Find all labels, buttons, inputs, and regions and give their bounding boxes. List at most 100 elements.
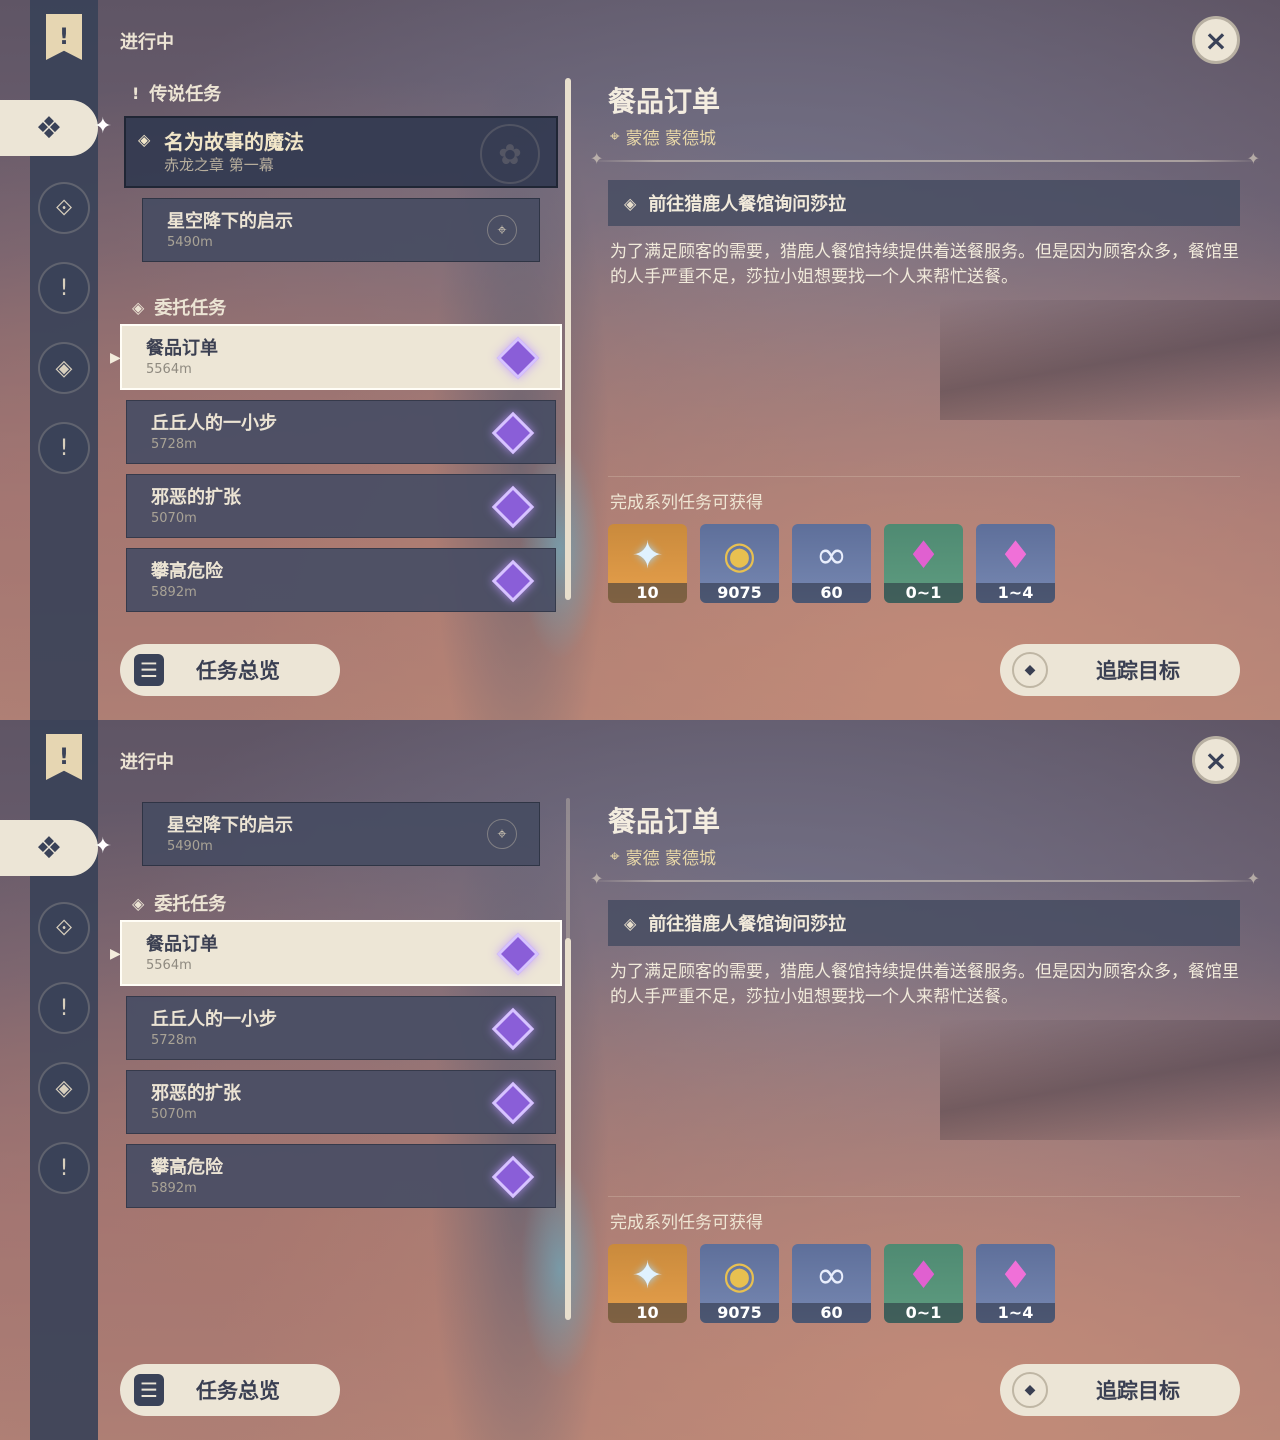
- quest-title: 邪恶的扩张: [151, 1083, 241, 1104]
- commission-category-icon: ❖: [35, 110, 63, 146]
- mora-icon: ◉: [722, 533, 757, 577]
- quest-item[interactable]: 丘丘人的一小步 5728m: [126, 400, 556, 464]
- category-tab-world[interactable]: ⟐: [38, 902, 90, 954]
- dragon-emblem-icon: ✿: [480, 124, 540, 184]
- companionship-icon: ∞: [815, 1253, 848, 1297]
- quest-list[interactable]: ! 传说任务 ◈ 名为故事的魔法 赤龙之章 第一幕 ✿ 星空降下的启示 5490…: [110, 70, 570, 630]
- reward-friendship-exp[interactable]: ∞ 60: [792, 524, 871, 603]
- quest-title: 星空降下的启示: [167, 815, 293, 836]
- category-tab-story[interactable]: ◈: [38, 1062, 90, 1114]
- close-button[interactable]: ×: [1192, 736, 1240, 784]
- quest-item[interactable]: 攀高危险 5892m: [126, 1144, 556, 1208]
- world-quest-icon: ⟐: [55, 195, 73, 221]
- reward-primogem[interactable]: ✦ 10: [608, 1244, 687, 1323]
- rewards-label: 完成系列任务可获得: [610, 1213, 763, 1233]
- category-tab-world[interactable]: ⟐: [38, 182, 90, 234]
- quest-item[interactable]: 邪恶的扩张 5070m: [126, 1070, 556, 1134]
- reward-count: 1~4: [976, 1303, 1055, 1323]
- crystal-icon: ♦: [906, 533, 941, 577]
- quest-title: 丘丘人的一小步: [151, 1009, 277, 1030]
- story-subquest-item[interactable]: 星空降下的启示 5490m ⌖: [142, 198, 540, 262]
- story-subquest-item[interactable]: 星空降下的启示 5490m ⌖: [142, 802, 540, 866]
- reward-primogem[interactable]: ✦ 10: [608, 524, 687, 603]
- quest-screen-bottom: ! ❖ ✦ ⟐ ! ◈ ! 进行中 × 星空降下的启示 5490m ⌖ ◈ 委托…: [0, 720, 1280, 1440]
- detail-description: 为了满足顾客的需要，猎鹿人餐馆持续提供着送餐服务。但是因为顾客众多，餐馆里的人手…: [610, 962, 1239, 1007]
- commission-quest-icon: [496, 932, 540, 976]
- quest-list-scrollbar[interactable]: [565, 78, 571, 600]
- close-button[interactable]: ×: [1192, 16, 1240, 64]
- detail-title: 餐品订单: [608, 85, 721, 118]
- scrollbar-thumb[interactable]: [565, 938, 571, 1320]
- track-icon: ◆: [1012, 652, 1048, 688]
- reward-count: 10: [608, 1303, 687, 1323]
- category-tab-archon[interactable]: !: [38, 262, 90, 314]
- map-pin-icon[interactable]: ⌖: [487, 215, 517, 245]
- legend-quest-icon: !: [132, 83, 140, 103]
- reward-mora[interactable]: ◉ 9075: [700, 524, 779, 603]
- category-label: 委托任务: [154, 894, 227, 915]
- quest-distance: 5728m: [151, 1033, 197, 1048]
- quest-item-selected[interactable]: 餐品订单 5564m: [120, 324, 562, 390]
- category-tab-archon[interactable]: !: [38, 982, 90, 1034]
- quest-overview-button[interactable]: ☰ 任务总览: [120, 644, 340, 696]
- objective-text: 前往猎鹿人餐馆询问莎拉: [648, 194, 847, 215]
- detail-objective: ◈ 前往猎鹿人餐馆询问莎拉: [608, 180, 1240, 226]
- primogem-icon: ✦: [631, 1253, 664, 1297]
- location-pin-icon: ⌖: [610, 126, 620, 147]
- quest-title: 丘丘人的一小步: [151, 413, 277, 434]
- commission-quest-icon: [491, 1081, 535, 1125]
- reward-friendship-exp[interactable]: ∞ 60: [792, 1244, 871, 1323]
- story-quest-icon: ◈: [55, 1075, 73, 1101]
- category-tab-story[interactable]: ◈: [38, 342, 90, 394]
- category-tab-event[interactable]: !: [38, 422, 90, 474]
- commission-quest-icon: [491, 1155, 535, 1199]
- event-quest-icon: !: [59, 435, 69, 461]
- category-label: 传说任务: [149, 84, 222, 105]
- quest-list[interactable]: 星空降下的启示 5490m ⌖ ◈ 委托任务 ▶ 餐品订单 5564m 丘丘人的…: [110, 782, 570, 1342]
- objective-text: 前往猎鹿人餐馆询问莎拉: [648, 914, 847, 935]
- category-tab-commission-active[interactable]: ❖ ✦: [0, 100, 112, 156]
- track-target-button[interactable]: ◆ 追踪目标: [1000, 1364, 1240, 1416]
- map-pin-icon[interactable]: ⌖: [487, 819, 517, 849]
- quest-item[interactable]: 邪恶的扩张 5070m: [126, 474, 556, 538]
- reward-count: 0~1: [884, 1303, 963, 1323]
- track-target-button[interactable]: ◆ 追踪目标: [1000, 644, 1240, 696]
- category-commission-header: ◈ 委托任务: [132, 294, 226, 320]
- quest-distance: 5564m: [146, 958, 192, 973]
- quest-title: 邪恶的扩张: [151, 487, 241, 508]
- story-quest-item[interactable]: ◈ 名为故事的魔法 赤龙之章 第一幕 ✿: [124, 116, 558, 188]
- reward-crystal-small[interactable]: ♦ 0~1: [884, 1244, 963, 1323]
- commission-quest-icon: [491, 559, 535, 603]
- close-icon: ×: [1204, 743, 1228, 777]
- quest-item[interactable]: 攀高危险 5892m: [126, 548, 556, 612]
- quest-distance: 5564m: [146, 362, 192, 377]
- close-icon: ×: [1204, 23, 1228, 57]
- detail-objective: ◈ 前往猎鹿人餐馆询问莎拉: [608, 900, 1240, 946]
- track-icon: ◆: [1012, 1372, 1048, 1408]
- scrollbar-thumb[interactable]: [565, 78, 571, 600]
- section-title: 进行中: [120, 752, 174, 773]
- archon-quest-icon: !: [59, 275, 69, 301]
- quest-distance: 5728m: [151, 437, 197, 452]
- reward-count: 9075: [700, 583, 779, 603]
- category-tab-event[interactable]: !: [38, 1142, 90, 1194]
- quest-item-selected[interactable]: 餐品订单 5564m: [120, 920, 562, 986]
- button-label: 追踪目标: [1096, 1379, 1180, 1403]
- reward-count: 60: [792, 1303, 871, 1323]
- category-tab-commission-active[interactable]: ❖ ✦: [0, 820, 112, 876]
- category-legend-header: ! 传说任务: [132, 80, 221, 106]
- reward-mora[interactable]: ◉ 9075: [700, 1244, 779, 1323]
- world-quest-icon: ⟐: [55, 915, 73, 941]
- reward-crystal-large[interactable]: ♦ 1~4: [976, 524, 1055, 603]
- quest-overview-button[interactable]: ☰ 任务总览: [120, 1364, 340, 1416]
- quest-list-scrollbar[interactable]: [565, 798, 571, 1320]
- detail-location: ⌖ 蒙德 蒙德城: [610, 124, 716, 150]
- reward-count: 60: [792, 583, 871, 603]
- button-label: 任务总览: [196, 1379, 280, 1403]
- quest-item[interactable]: 丘丘人的一小步 5728m: [126, 996, 556, 1060]
- quest-screen-top: ! ❖ ✦ ⟐ ! ◈ ! 进行中 × ! 传说任务 ◈ 名为故事的魔法 赤龙之…: [0, 0, 1280, 720]
- reward-crystal-small[interactable]: ♦ 0~1: [884, 524, 963, 603]
- reward-crystal-large[interactable]: ♦ 1~4: [976, 1244, 1055, 1323]
- detail-description: 为了满足顾客的需要，猎鹿人餐馆持续提供着送餐服务。但是因为顾客众多，餐馆里的人手…: [610, 242, 1239, 287]
- rewards-label: 完成系列任务可获得: [610, 493, 763, 513]
